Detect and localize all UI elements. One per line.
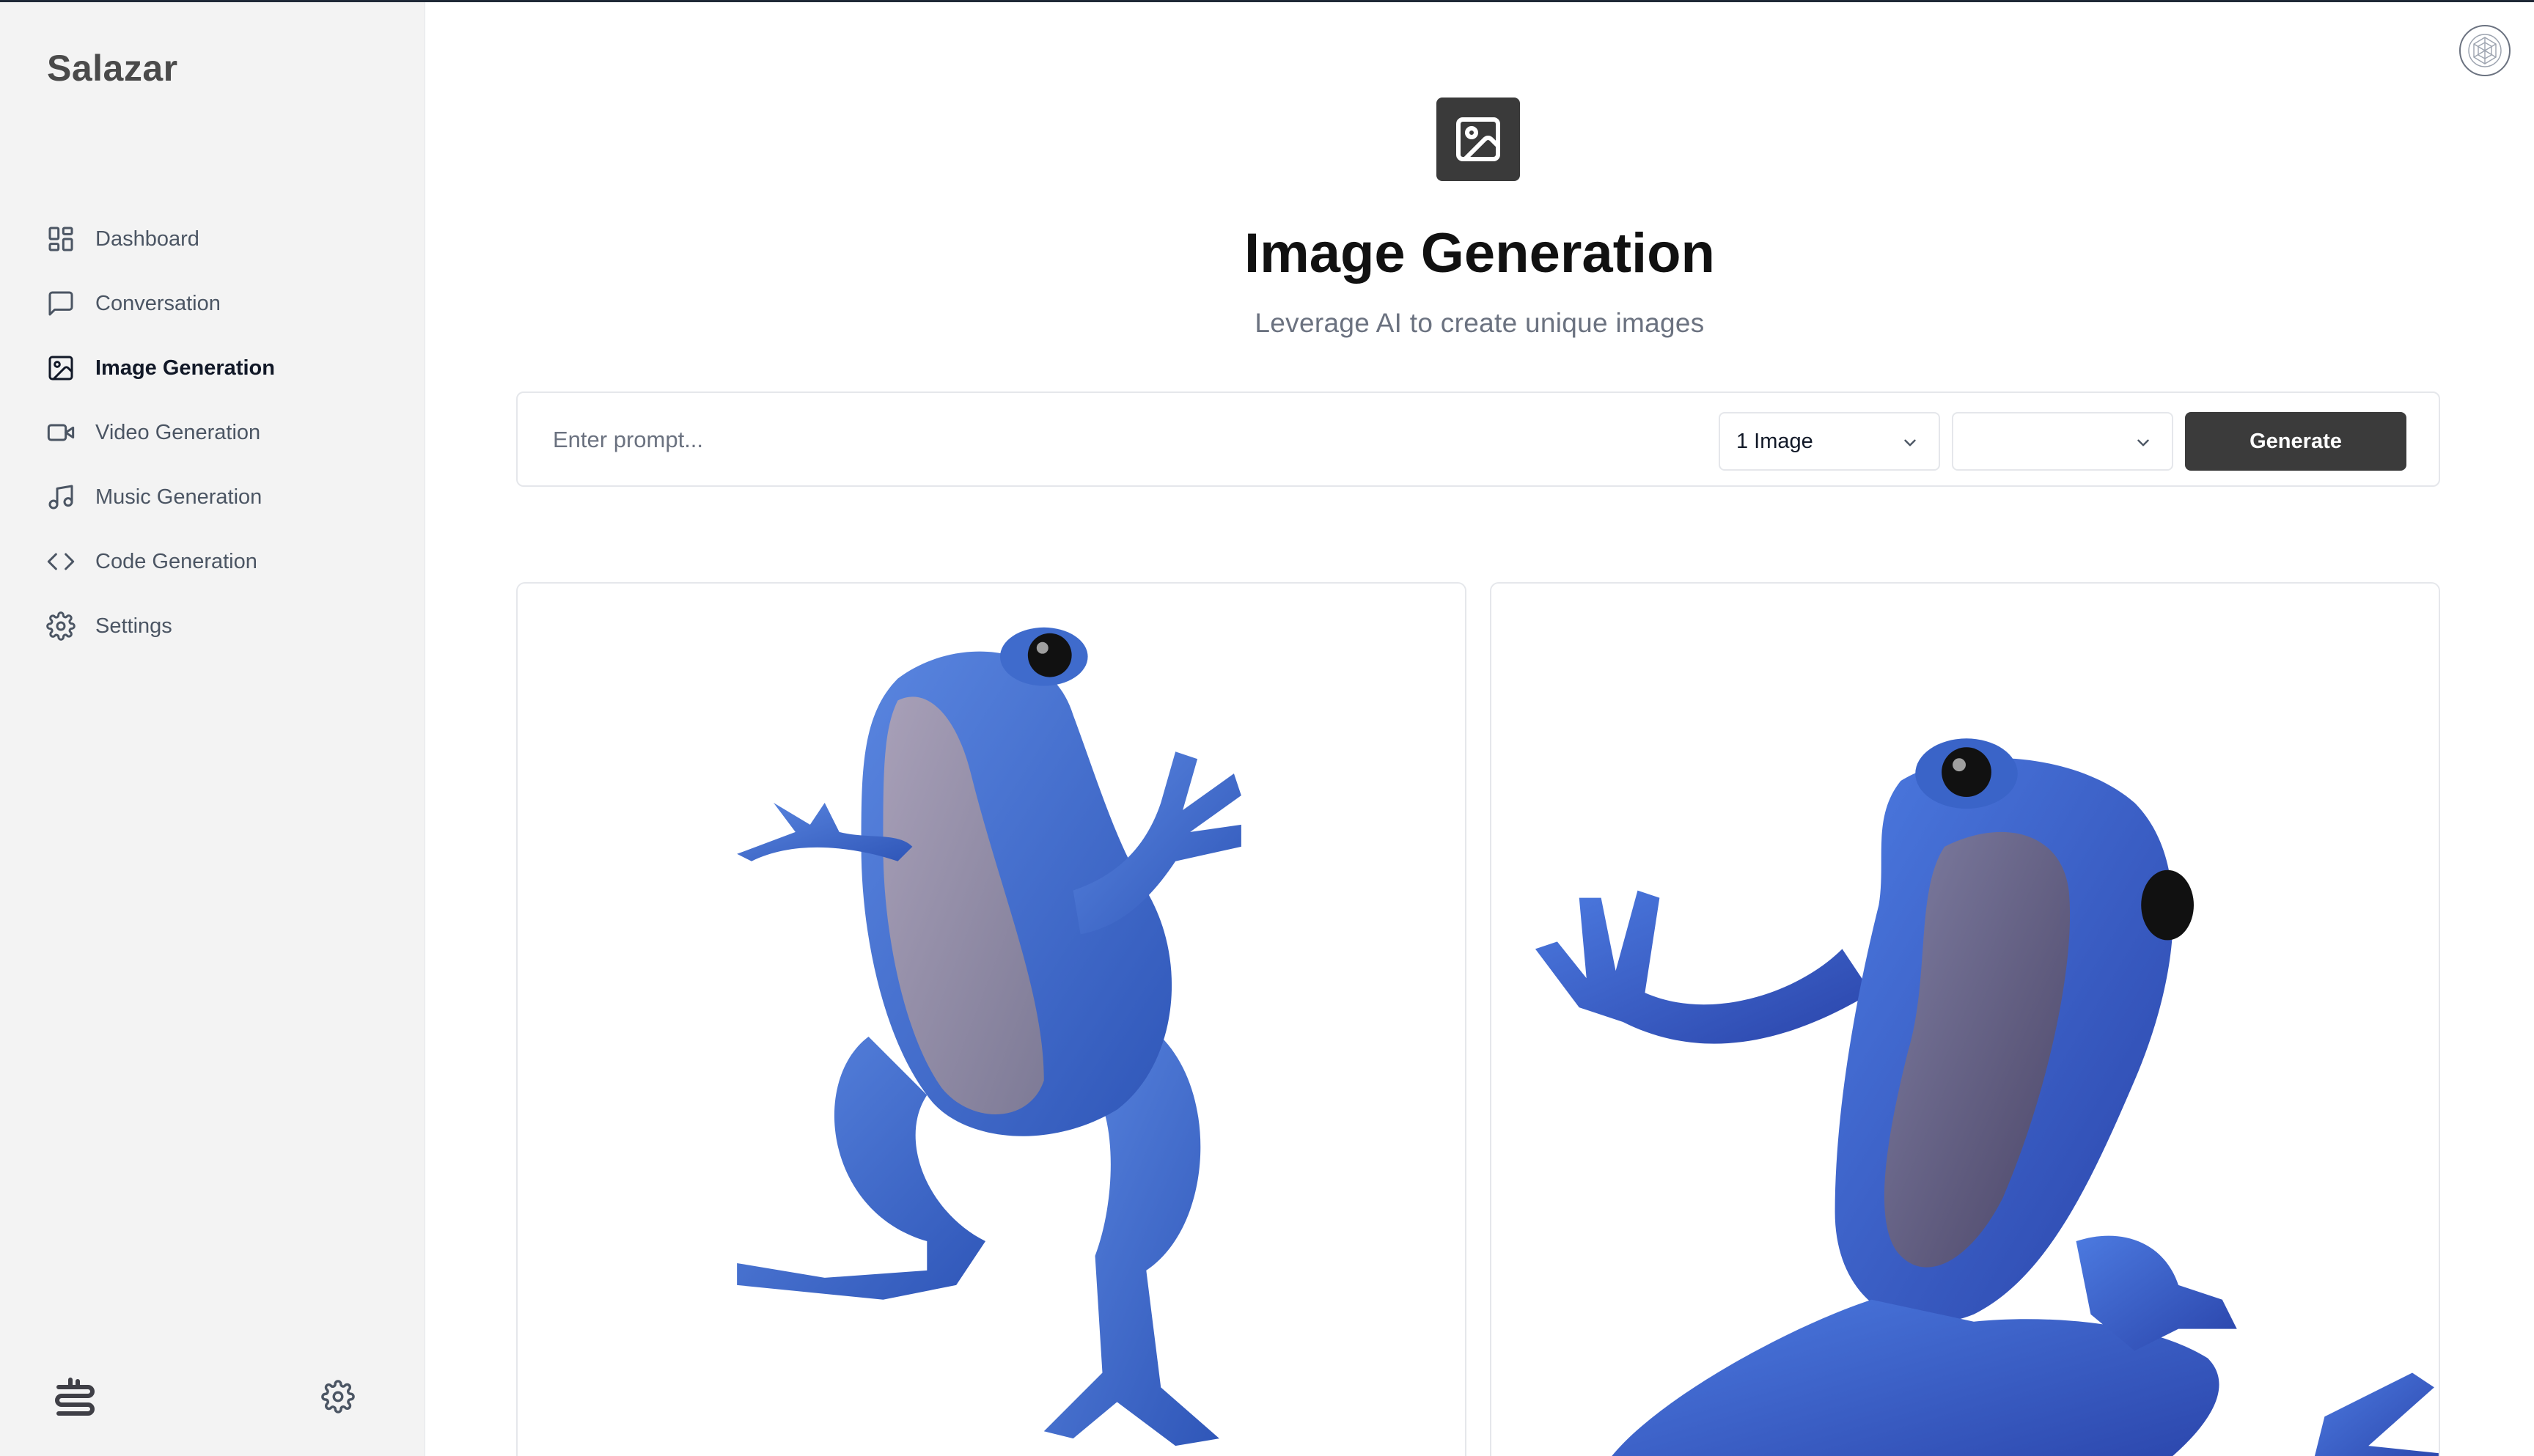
amount-select[interactable]: 1 Image — [1719, 412, 1940, 471]
sidebar-item-label: Settings — [95, 614, 172, 638]
page-title-wrap: Image Generation — [0, 221, 2534, 285]
sidebar-item-label: Video Generation — [95, 420, 261, 444]
prompt-form: 1 Image Generate — [516, 391, 2440, 487]
user-avatar[interactable] — [2459, 25, 2511, 76]
settings-icon — [45, 611, 76, 641]
chevron-down-icon — [1900, 433, 1920, 452]
sidebar-item-settings[interactable]: Settings — [45, 594, 397, 658]
video-icon — [45, 417, 76, 448]
sidebar-item-image-generation[interactable]: Image Generation — [45, 336, 397, 400]
app-logo-icon — [48, 1371, 101, 1424]
image-icon — [45, 353, 76, 383]
blue-frog-image — [1491, 584, 2439, 1456]
music-icon — [45, 482, 76, 512]
chevron-down-icon — [2134, 433, 2153, 452]
result-image-card[interactable] — [516, 582, 1466, 1456]
page-title: Image Generation — [1244, 222, 1715, 284]
image-icon — [1436, 98, 1520, 181]
window-top-border — [0, 0, 2534, 2]
sidebar-item-label: Music Generation — [95, 485, 262, 509]
sidebar-item-music-generation[interactable]: Music Generation — [45, 465, 397, 529]
code-icon — [45, 546, 76, 577]
gear-icon[interactable] — [321, 1380, 355, 1413]
sidebar: Salazar Dashboard Conversation Image Gen… — [0, 0, 425, 1456]
resolution-select[interactable] — [1952, 412, 2173, 471]
sidebar-item-video-generation[interactable]: Video Generation — [45, 400, 397, 465]
avatar-pattern-icon — [2468, 34, 2502, 67]
generate-button[interactable]: Generate — [2185, 412, 2406, 471]
sidebar-item-code-generation[interactable]: Code Generation — [45, 529, 397, 594]
page-subtitle: Leverage AI to create unique images — [1255, 308, 1705, 338]
prompt-input[interactable] — [553, 415, 2188, 465]
sidebar-item-label: Image Generation — [95, 356, 275, 380]
result-image-card[interactable] — [1490, 582, 2440, 1456]
blue-frog-image — [518, 584, 1465, 1456]
brand-title: Salazar — [47, 48, 178, 89]
amount-select-value: 1 Image — [1736, 429, 1813, 453]
sidebar-item-label: Code Generation — [95, 549, 257, 573]
